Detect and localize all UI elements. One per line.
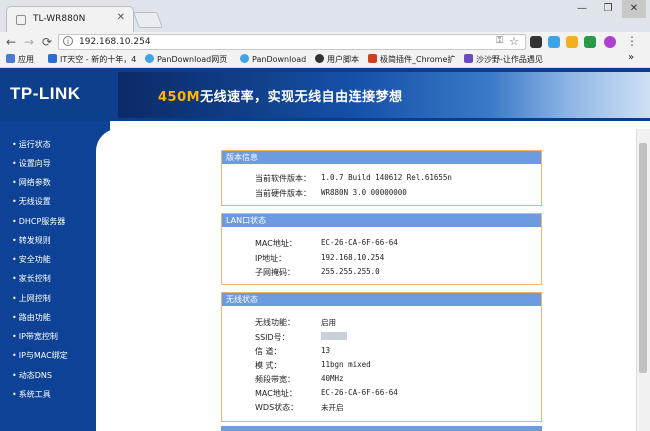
wireless-panel-title: 无线状态 — [222, 293, 541, 306]
extension-icon[interactable] — [530, 36, 542, 48]
sidebar-item-network[interactable]: 网络参数 — [12, 177, 51, 188]
sidebar-item-routing[interactable]: 路由功能 — [12, 312, 51, 323]
new-tab-button[interactable] — [133, 12, 163, 28]
bookmark-star-icon[interactable]: ☆ — [509, 35, 519, 48]
channel-value: 13 — [321, 346, 331, 355]
version-panel-title: 版本信息 — [222, 151, 541, 164]
tab-bar: TL-WR880N ✕ — ❐ ✕ — [0, 0, 650, 32]
bandwidth-value: 40MHz — [321, 374, 344, 383]
maximize-button[interactable]: ❐ — [596, 0, 620, 18]
page-favicon-icon — [16, 15, 26, 25]
extension-icon[interactable] — [548, 36, 560, 48]
bookmark-favicon-icon — [464, 54, 473, 63]
lan-ip-label: IP地址： — [255, 254, 287, 263]
scrollbar-thumb[interactable] — [639, 143, 647, 373]
tab-title: TL-WR880N — [33, 14, 86, 24]
back-icon[interactable]: ← — [6, 35, 16, 49]
sidebar-item-ip-mac[interactable]: IP与MAC绑定 — [12, 350, 68, 361]
site-info-icon[interactable]: i — [63, 36, 73, 46]
reload-icon[interactable]: ⟳ — [42, 35, 52, 49]
mode-value: 11bgn mixed — [321, 360, 371, 369]
browser-tab[interactable]: TL-WR880N ✕ — [6, 6, 134, 32]
wireless-function-value: 启用 — [321, 318, 336, 327]
minimize-button[interactable]: — — [570, 0, 594, 18]
sidebar-item-wireless[interactable]: 无线设置 — [12, 196, 51, 207]
sidebar-item-bandwidth[interactable]: IP带宽控制 — [12, 331, 58, 342]
hardware-version-label: 当前硬件版本： — [255, 189, 311, 198]
profile-avatar-icon[interactable] — [604, 36, 616, 48]
version-panel: 版本信息 当前软件版本： 1.0.7 Build 140612 Rel.6165… — [221, 150, 542, 206]
extension-icon[interactable] — [584, 36, 596, 48]
ssid-value-redacted — [321, 332, 347, 341]
extension-icon[interactable] — [566, 36, 578, 48]
bookmark-item[interactable]: 用户脚本 — [315, 54, 359, 65]
bookmark-item[interactable]: 极简插件_Chrome扩 — [368, 54, 455, 65]
bookmark-favicon-icon — [368, 54, 377, 63]
tab-close-icon[interactable]: ✕ — [117, 12, 125, 23]
lan-panel: LAN口状态 MAC地址： EC-26-CA-6F-66-64 IP地址： 19… — [221, 213, 542, 285]
wireless-panel: 无线状态 无线功能： 启用 SSID号： 信 道： 13 模 式： 11bgn … — [221, 292, 542, 422]
router-banner: TP-LINK 450M无线速率，实现无线自由连接梦想 — [0, 68, 650, 121]
sidebar-item-wizard[interactable]: 设置向导 — [12, 158, 51, 169]
wireless-mac-label: MAC地址： — [255, 389, 297, 398]
ssid-label: SSID号： — [255, 333, 290, 342]
sidebar-item-parental[interactable]: 家长控制 — [12, 273, 51, 284]
bookmark-favicon-icon — [315, 54, 324, 63]
sidebar-item-access-control[interactable]: 上网控制 — [12, 293, 51, 304]
sidebar-item-status[interactable]: 运行状态 — [12, 139, 51, 150]
bookmark-item[interactable]: 沙沙野-让作品遇见 — [464, 54, 543, 65]
sidebar-item-forwarding[interactable]: 转发规则 — [12, 235, 51, 246]
apps-grid-icon — [6, 54, 15, 63]
bookmark-item[interactable]: PanDownload网页 — [145, 54, 227, 65]
router-sidebar: 运行状态 设置向导 网络参数 无线设置 DHCP服务器 转发规则 安全功能 家长… — [0, 121, 110, 431]
address-bar[interactable]: i 192.168.10.254 ⚿ ☆ — [58, 34, 526, 50]
banner-image: 450M无线速率，实现无线自由连接梦想 — [118, 72, 650, 118]
close-window-button[interactable]: ✕ — [622, 0, 646, 18]
url-text[interactable]: 192.168.10.254 — [79, 37, 151, 47]
banner-slogan: 450M无线速率，实现无线自由连接梦想 — [158, 90, 403, 105]
channel-label: 信 道： — [255, 347, 282, 356]
bookmark-favicon-icon — [145, 54, 154, 63]
mode-label: 模 式： — [255, 361, 282, 370]
forward-icon[interactable]: → — [24, 35, 34, 49]
bookmarks-overflow-button[interactable]: » — [628, 52, 634, 63]
tp-link-logo: TP-LINK — [10, 84, 81, 103]
hardware-version-value: WR880N 3.0 00000000 — [321, 188, 407, 197]
sidebar-item-system-tools[interactable]: 系统工具 — [12, 389, 51, 400]
lan-panel-title: LAN口状态 — [222, 214, 541, 227]
sidebar-item-dhcp[interactable]: DHCP服务器 — [12, 216, 66, 227]
wds-status-label: WDS状态： — [255, 403, 299, 412]
scrollbar[interactable] — [636, 129, 650, 431]
software-version-value: 1.0.7 Build 140612 Rel.61655n — [321, 173, 452, 182]
lan-mask-label: 子网掩码： — [255, 268, 295, 277]
bookmark-item[interactable]: IT天空 - 新的十年，4 — [48, 54, 136, 65]
menu-dots-icon[interactable]: ⋮ — [626, 34, 638, 48]
wireless-mac-value: EC-26-CA-6F-66-64 — [321, 388, 398, 397]
wds-status-value: 未开启 — [321, 403, 344, 412]
software-version-label: 当前软件版本： — [255, 174, 311, 183]
bookmark-apps[interactable]: 应用 — [6, 54, 34, 65]
wireless-function-label: 无线功能： — [255, 318, 295, 327]
logo-area: TP-LINK — [0, 68, 118, 121]
bandwidth-label: 频段带宽： — [255, 375, 295, 384]
next-panel-header — [221, 426, 542, 431]
bookmarks-bar: 应用 IT天空 - 新的十年，4 PanDownload网页 PanDownlo… — [0, 52, 650, 68]
password-key-icon[interactable]: ⚿ — [496, 36, 503, 46]
lan-ip-value: 192.168.10.254 — [321, 253, 385, 262]
lan-mac-value: EC-26-CA-6F-66-64 — [321, 238, 398, 247]
sidebar-item-ddns[interactable]: 动态DNS — [12, 370, 52, 381]
lan-mac-label: MAC地址： — [255, 239, 297, 248]
bookmark-favicon-icon — [48, 54, 57, 63]
lan-mask-value: 255.255.255.0 — [321, 267, 380, 276]
sidebar-item-security[interactable]: 安全功能 — [12, 254, 51, 265]
bookmark-favicon-icon — [240, 54, 249, 63]
bookmark-item[interactable]: PanDownload — [240, 54, 306, 64]
